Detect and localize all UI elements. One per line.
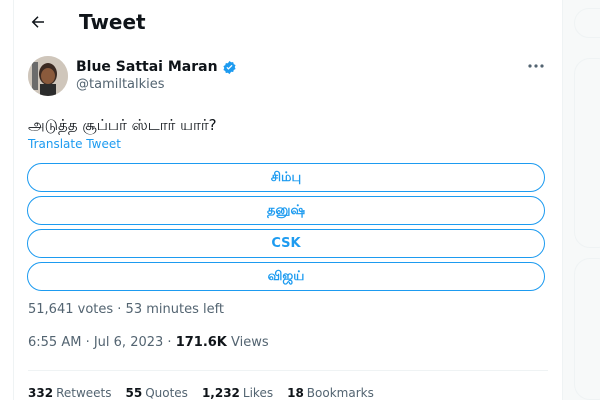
more-dots-icon xyxy=(528,64,544,68)
divider xyxy=(28,370,548,371)
author-name-row[interactable]: Blue Sattai Maran xyxy=(76,58,237,76)
tweet-timestamp: 6:55 AM · Jul 6, 2023 · 171.6K Views xyxy=(28,335,269,351)
translate-tweet-link[interactable]: Translate Tweet xyxy=(28,136,121,152)
quotes-stat[interactable]: 55 Quotes xyxy=(126,385,188,401)
poll-time-left: 53 minutes left xyxy=(125,302,225,317)
tweet-date[interactable]: Jul 6, 2023 xyxy=(94,335,163,350)
tweet-text: அடுத்த சூப்பர் ஸ்டார் யார்? xyxy=(28,116,217,134)
page-header: Tweet xyxy=(14,0,563,45)
quotes-label: Quotes xyxy=(145,386,188,400)
right-sidebar-card-1 xyxy=(574,58,600,248)
avatar-image xyxy=(28,56,68,96)
quotes-count: 55 xyxy=(125,386,143,400)
poll-votes: 51,641 votes xyxy=(28,302,114,317)
poll-option-2[interactable]: தனுஷ் xyxy=(27,196,545,225)
poll-option-1[interactable]: சிம்பு xyxy=(27,163,545,192)
tweet-column: Tweet Blue Sattai Maran @tamiltalkies அட… xyxy=(14,0,563,400)
views-label: Views xyxy=(231,335,269,350)
verified-badge-icon xyxy=(222,60,236,74)
page-title: Tweet xyxy=(79,10,146,34)
right-sidebar-search[interactable] xyxy=(574,8,600,38)
author-handle[interactable]: @tamiltalkies xyxy=(76,77,165,93)
right-sidebar-card-2 xyxy=(574,258,600,400)
more-button[interactable] xyxy=(524,56,548,76)
retweets-label: Retweets xyxy=(56,386,112,400)
views-count: 171.6K xyxy=(175,335,227,350)
retweets-count: 332 xyxy=(28,386,54,400)
avatar[interactable] xyxy=(28,56,68,96)
timestamp-separator-2: · xyxy=(163,335,176,350)
poll-separator: · xyxy=(113,302,126,317)
arrow-left-icon xyxy=(31,16,44,28)
tweet-time[interactable]: 6:55 AM xyxy=(28,335,81,350)
likes-label: Likes xyxy=(242,386,274,400)
engagement-stats: 332 Retweets 55 Quotes 1,232 Likes 18 Bookma… xyxy=(28,385,388,401)
timestamp-separator-1: · xyxy=(81,335,94,350)
likes-stat[interactable]: 1,232 Likes xyxy=(202,385,273,401)
poll-meta: 51,641 votes · 53 minutes left xyxy=(28,302,224,318)
bookmarks-label: Bookmarks xyxy=(306,386,374,400)
likes-count: 1,232 xyxy=(201,386,240,400)
bookmarks-stat[interactable]: 18 Bookmarks xyxy=(287,385,374,401)
bookmarks-count: 18 xyxy=(287,386,304,400)
retweets-stat[interactable]: 332 Retweets xyxy=(28,385,112,401)
left-sidebar-edge xyxy=(0,0,14,400)
author-name[interactable]: Blue Sattai Maran xyxy=(76,58,218,76)
back-button[interactable] xyxy=(24,8,52,36)
poll-option-4[interactable]: விஜய் xyxy=(27,262,545,291)
poll-option-3[interactable]: CSK xyxy=(27,229,545,258)
